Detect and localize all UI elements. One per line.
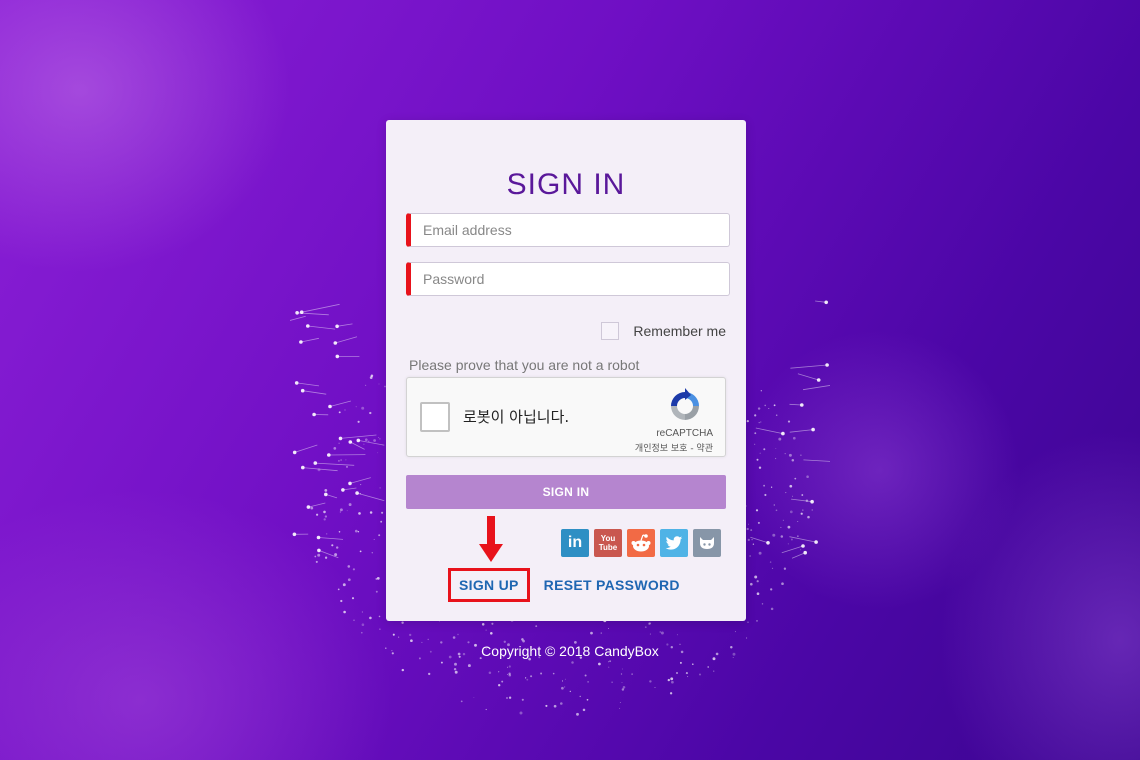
signin-card: SIGN IN Remember me Please prove that yo… [386, 120, 746, 621]
recaptcha-terms-link[interactable]: 개인정보 보호 - 약관 [635, 441, 713, 454]
recaptcha-checkbox[interactable] [420, 402, 450, 432]
linkedin-icon[interactable]: in [561, 529, 589, 557]
social-links: in You Tube [561, 529, 721, 557]
twitter-icon[interactable] [660, 529, 688, 557]
remember-checkbox[interactable] [601, 322, 620, 340]
youtube-icon[interactable]: You Tube [594, 529, 622, 557]
remember-label: Remember me [633, 323, 726, 339]
linkedin-glyph: in [567, 534, 583, 551]
page-title: SIGN IN [506, 168, 626, 201]
reset-password-link[interactable]: RESET PASSWORD [544, 577, 680, 593]
recaptcha-label: 로봇이 아닙니다. [463, 408, 570, 426]
recaptcha-widget: 로봇이 아닙니다. reCAPTCHA 개인정보 보호 - 약관 [406, 377, 726, 457]
email-field[interactable] [406, 213, 730, 247]
password-field[interactable] [406, 262, 730, 296]
reddit-icon[interactable] [627, 529, 655, 557]
account-links: SIGN UP RESET PASSWORD [448, 568, 680, 602]
youtube-glyph: You Tube [598, 534, 618, 552]
github-icon[interactable] [693, 529, 721, 557]
recaptcha-logo-icon [671, 388, 699, 420]
signup-link[interactable]: SIGN UP [448, 568, 530, 602]
remember-me[interactable]: Remember me [601, 322, 726, 340]
copyright: Copyright © 2018 CandyBox [481, 643, 659, 659]
arrow-down-icon [479, 516, 503, 562]
signin-button[interactable]: SIGN IN [406, 475, 726, 509]
email-input[interactable] [411, 214, 713, 246]
recaptcha-brand: reCAPTCHA [656, 428, 713, 439]
password-input[interactable] [411, 263, 713, 295]
robot-prompt: Please prove that you are not a robot [409, 357, 640, 373]
